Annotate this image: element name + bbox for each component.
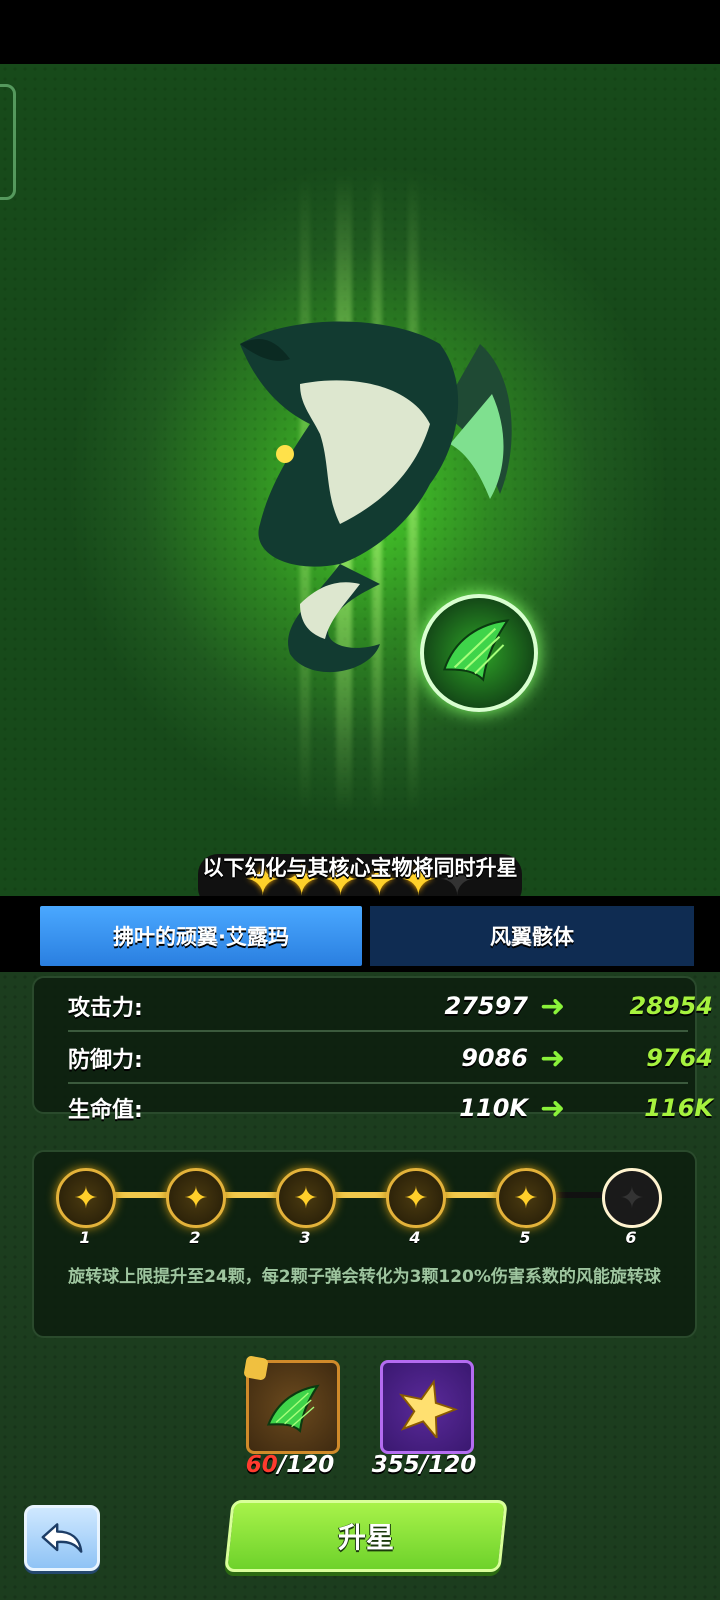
purple-star-icon — [399, 1379, 458, 1438]
material-current-count: 355 — [371, 1452, 420, 1478]
star-progress-card: ✦ ✦ ✦ ✦ ✦ ✦ 1 2 3 4 5 6 旋转球上限提升至24颗，每2颗子… — [32, 1150, 697, 1338]
stat-current-value: 27597 — [444, 992, 529, 1020]
stat-next-value: 28954 — [629, 992, 714, 1020]
stat-row-attack: 攻击力: 27597 ➜ 28954 — [68, 980, 713, 1032]
material-required-count: /120 — [277, 1452, 335, 1478]
upgrade-star-button-label: 升星 — [337, 1521, 394, 1554]
star-node-number: 2 — [189, 1228, 201, 1247]
stat-row-defense: 防御力: 9086 ➜ 9764 — [68, 1032, 713, 1084]
star-node-6: ✦ — [602, 1168, 662, 1228]
stat-next-value: 9764 — [646, 1044, 713, 1072]
star-bonus-description: 旋转球上限提升至24颗，每2颗子弹会转化为3颗120%伤害系数的风能旋转球 — [68, 1267, 661, 1287]
star-node-2: ✦ — [166, 1168, 226, 1228]
material-count-star: 355/120 — [364, 1452, 484, 1478]
arrow-right-icon: ➜ — [540, 988, 566, 1024]
star-node-number: 5 — [519, 1228, 531, 1247]
star-node-number: 6 — [625, 1228, 637, 1247]
dragon-wing-shard-icon — [442, 619, 510, 682]
back-arrow-icon — [41, 1523, 83, 1553]
tab-bar: 拂叶的顽翼·艾露玛 风翼骸体 — [0, 896, 720, 972]
star-node-number: 4 — [409, 1228, 421, 1247]
stat-current-value: 110K — [459, 1094, 528, 1122]
upgrade-star-button[interactable]: 升星 — [224, 1500, 508, 1572]
dragon-wing-shard-icon — [266, 1384, 320, 1433]
material-slot-star[interactable] — [380, 1360, 474, 1454]
stat-next-value: 116K — [644, 1094, 713, 1122]
star-node-number: 3 — [299, 1228, 311, 1247]
stats-card: 攻击力: 27597 ➜ 28954 防御力: 9086 ➜ 9764 生命值:… — [32, 976, 713, 1126]
star-node-number: 1 — [79, 1228, 91, 1247]
stat-label: 攻击力: — [68, 996, 143, 1021]
puzzle-piece-icon — [243, 1355, 269, 1381]
tab-core-treasure[interactable]: 风翼骸体 — [370, 906, 694, 966]
material-count-wing-shard: 60/120 — [230, 1452, 350, 1478]
star-node-3: ✦ — [276, 1168, 336, 1228]
side-panel-tab[interactable] — [0, 84, 16, 200]
hero-showcase: ✦ ✦ ✦ ✦ ✦ ✦ — [0, 64, 720, 896]
material-current-count: 60 — [245, 1452, 278, 1478]
stat-label: 防御力: — [68, 1048, 143, 1073]
star-node-5: ✦ — [496, 1168, 556, 1228]
arrow-right-icon: ➜ — [540, 1040, 566, 1076]
star-node-1: ✦ — [56, 1168, 116, 1228]
core-treasure-orb[interactable] — [420, 594, 538, 712]
upgrade-notice: 以下幻化与其核心宝物将同时升星 — [202, 856, 518, 880]
material-required-count: /120 — [419, 1452, 477, 1478]
star-node-4: ✦ — [386, 1168, 446, 1228]
material-slot-wing-shard[interactable] — [243, 1355, 340, 1454]
stat-label: 生命值: — [68, 1098, 143, 1123]
tab-hero-skin[interactable]: 拂叶的顽翼·艾露玛 — [40, 906, 362, 966]
arrow-right-icon: ➜ — [540, 1090, 566, 1126]
stat-row-hp: 生命值: 110K ➜ 116K — [68, 1082, 713, 1134]
stat-current-value: 9086 — [461, 1044, 528, 1072]
status-bar — [0, 0, 720, 64]
back-button[interactable] — [24, 1505, 100, 1571]
